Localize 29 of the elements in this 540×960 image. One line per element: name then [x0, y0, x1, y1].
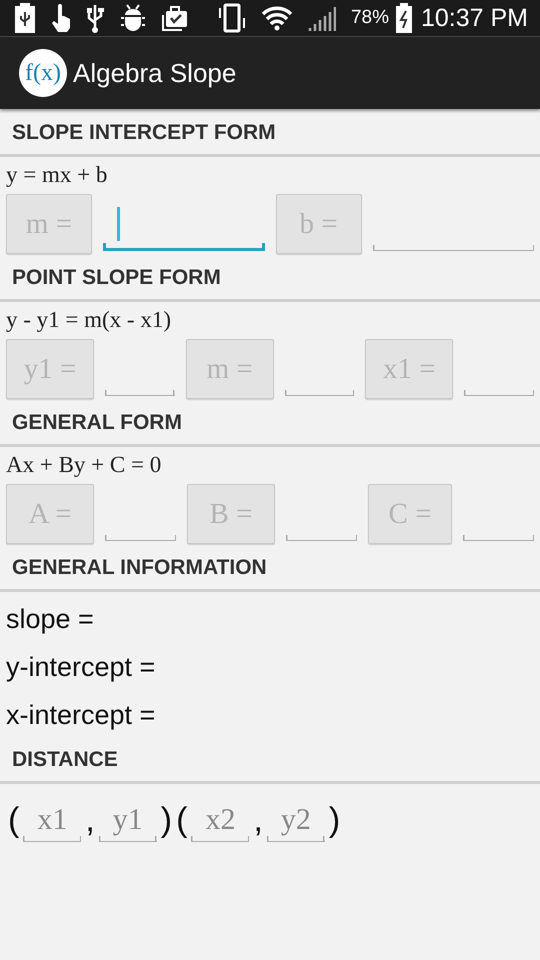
- section-heading: DISTANCE: [0, 736, 540, 784]
- punctuation-text: ): [160, 800, 172, 840]
- battery-percent: 78%: [350, 7, 389, 29]
- info-text: y-intercept =: [5, 651, 156, 684]
- battery-icon: [14, 3, 36, 33]
- formula-text: y = mx + b: [5, 161, 108, 188]
- punctuation-text: (: [176, 800, 188, 840]
- clock-time: 10:37 PM: [420, 4, 528, 32]
- punctuation-text: (: [8, 800, 20, 840]
- section-heading: GENERAL INFORMATION: [0, 544, 540, 592]
- punctuation-text: ): [328, 800, 340, 840]
- wifi-icon: [260, 5, 293, 31]
- formula-text: Ax + By + C = 0: [5, 451, 162, 478]
- charging-battery-icon: [394, 3, 413, 33]
- phone-vibrate-icon: [218, 3, 246, 33]
- app-logo: f(x): [19, 49, 67, 97]
- bug-icon: [119, 4, 147, 32]
- hand-pointer-icon: [51, 4, 71, 32]
- app-title: Algebra Slope: [73, 58, 236, 88]
- info-text: slope =: [5, 603, 95, 636]
- formula-text: y - y1 = m(x - x1): [5, 306, 172, 333]
- section-heading: POINT SLOPE FORM: [0, 254, 540, 302]
- usb-icon: [86, 3, 104, 33]
- section-heading: GENERAL FORM: [0, 399, 540, 447]
- info-text: x-intercept =: [5, 699, 156, 732]
- section-heading: SLOPE INTERCEPT FORM: [0, 109, 540, 157]
- punctuation-text: ,: [253, 800, 263, 840]
- briefcase-icon: [162, 5, 188, 31]
- punctuation-text: ,: [85, 800, 95, 840]
